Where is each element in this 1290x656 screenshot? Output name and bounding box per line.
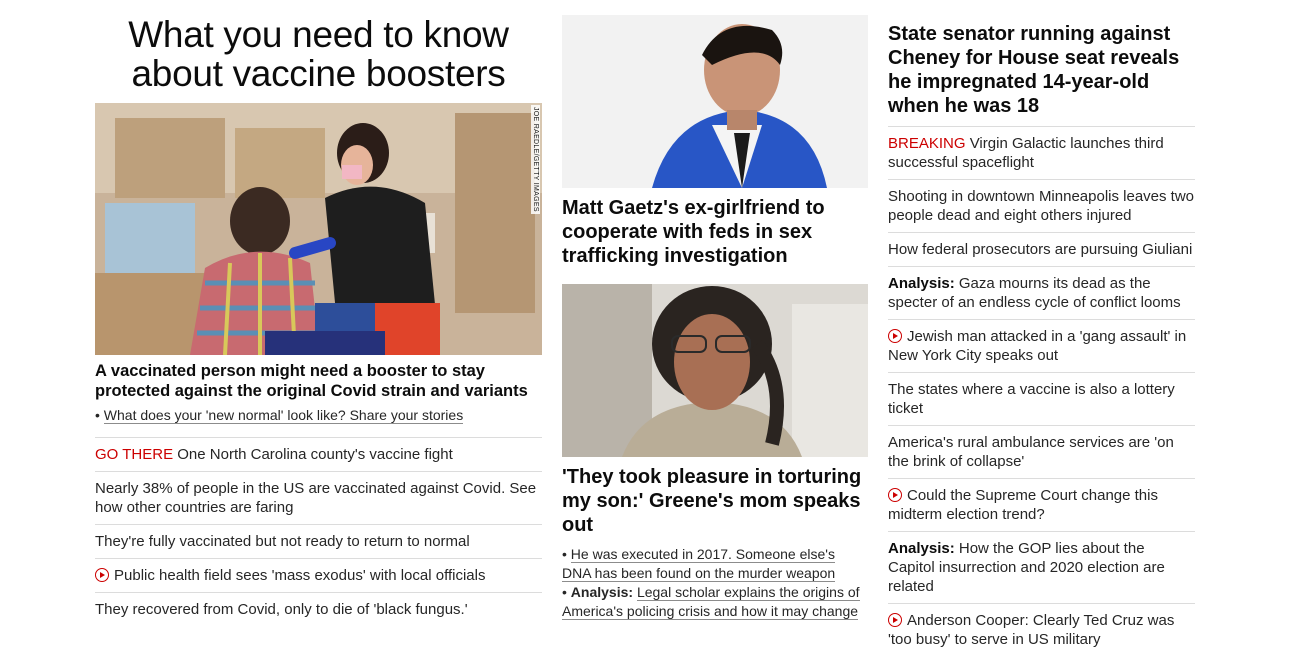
right-column: State senator running against Cheney for… bbox=[888, 0, 1195, 656]
list-item[interactable]: Analysis: Gaza mourns its dead as the sp… bbox=[888, 267, 1195, 320]
related-link[interactable]: • What does your 'new normal' look like?… bbox=[95, 406, 542, 425]
vaccine-column: What you need to know about vaccine boos… bbox=[95, 0, 542, 626]
play-icon bbox=[888, 613, 902, 627]
story-list: BREAKING Virgin Galactic launches third … bbox=[888, 126, 1195, 656]
list-item[interactable]: Nearly 38% of people in the US are vacci… bbox=[95, 472, 542, 525]
play-icon bbox=[95, 568, 109, 582]
vaccine-headline[interactable]: A vaccinated person might need a booster… bbox=[95, 361, 542, 401]
list-item[interactable]: GO THERE One North Carolina county's vac… bbox=[95, 437, 542, 472]
list-item[interactable]: BREAKING Virgin Galactic launches third … bbox=[888, 126, 1195, 180]
analysis-label: Analysis: bbox=[570, 584, 634, 600]
vaccine-story-list: GO THERE One North Carolina county's vac… bbox=[95, 437, 542, 626]
gaetz-headline[interactable]: Matt Gaetz's ex-girlfriend to cooperate … bbox=[562, 196, 868, 268]
gaetz-photo[interactable] bbox=[562, 15, 868, 188]
go-there-label: GO THERE bbox=[95, 446, 174, 463]
list-item[interactable]: Analysis: How the GOP lies about the Cap… bbox=[888, 532, 1195, 604]
list-item[interactable]: Jewish man attacked in a 'gang assault' … bbox=[888, 320, 1195, 373]
cheney-headline[interactable]: State senator running against Cheney for… bbox=[888, 22, 1195, 118]
list-item[interactable]: America's rural ambulance services are '… bbox=[888, 426, 1195, 479]
list-item[interactable]: Public health field sees 'mass exodus' w… bbox=[95, 559, 542, 593]
greene-mom-photo[interactable] bbox=[562, 284, 868, 457]
play-icon bbox=[888, 329, 902, 343]
list-item[interactable]: How federal prosecutors are pursuing Giu… bbox=[888, 233, 1195, 267]
greene-headline[interactable]: 'They took pleasure in torturing my son:… bbox=[562, 465, 868, 537]
middle-column: Matt Gaetz's ex-girlfriend to cooperate … bbox=[562, 0, 868, 621]
list-item[interactable]: Shooting in downtown Minneapolis leaves … bbox=[888, 180, 1195, 233]
breaking-label: BREAKING bbox=[888, 135, 966, 152]
list-item[interactable]: They're fully vaccinated but not ready t… bbox=[95, 525, 542, 559]
section-title[interactable]: What you need to know about vaccine boos… bbox=[95, 15, 542, 93]
list-item[interactable]: They recovered from Covid, only to die o… bbox=[95, 593, 542, 626]
list-item[interactable]: Could the Supreme Court change this midt… bbox=[888, 479, 1195, 532]
play-icon bbox=[888, 488, 902, 502]
vaccine-photo[interactable]: JOE RAEDLE/GETTY IMAGES bbox=[95, 103, 542, 355]
related-link[interactable]: • He was executed in 2017. Someone else'… bbox=[562, 545, 868, 583]
list-item[interactable]: Anderson Cooper: Clearly Ted Cruz was 't… bbox=[888, 604, 1195, 656]
list-item[interactable]: The states where a vaccine is also a lot… bbox=[888, 373, 1195, 426]
photo-credit: JOE RAEDLE/GETTY IMAGES bbox=[531, 105, 540, 214]
related-link[interactable]: • Analysis: Legal scholar explains the o… bbox=[562, 583, 868, 621]
